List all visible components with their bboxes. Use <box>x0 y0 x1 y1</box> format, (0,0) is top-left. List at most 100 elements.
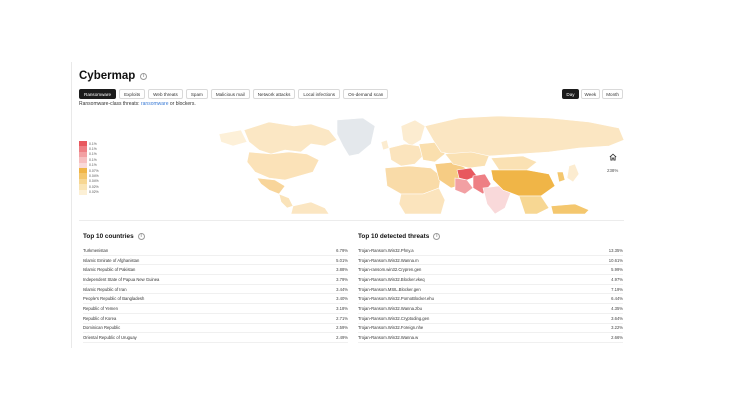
ransomware-link[interactable]: ransomware <box>141 101 169 107</box>
map-region-mongolia[interactable] <box>490 155 538 171</box>
table-row[interactable]: Trojan-Ransom.Win32.Foreign.nhe 3.22% <box>358 324 623 334</box>
map-region-alaska[interactable] <box>218 129 248 147</box>
tab-network-attacks[interactable]: Network attacks <box>252 89 296 99</box>
table-row[interactable]: Islamic Republic of Iran 3.44% <box>83 285 348 295</box>
page-title-text: Cybermap <box>79 70 136 82</box>
map-region-iran[interactable] <box>454 177 474 195</box>
tab-malicious-mail[interactable]: Malicious mail <box>210 89 250 99</box>
table-row[interactable]: Trojan-Ransom.Win32.Wanna.w 2.66% <box>358 333 623 343</box>
threat-value: 3.64% <box>611 315 623 321</box>
threat-name: Trojan-Ransom.MSIL.Blocker.gen <box>358 286 421 292</box>
info-icon[interactable]: i <box>140 72 148 80</box>
threat-value: 7.19% <box>611 286 623 292</box>
table-row[interactable]: Islamic Emirate of Afghanistan 5.01% <box>83 256 348 266</box>
threat-value: 13.35% <box>608 247 623 253</box>
legend-row: 0.02% <box>79 189 99 195</box>
legend-label: 0.02% <box>89 184 99 189</box>
map-region-scandinavia[interactable] <box>400 119 426 147</box>
country-name: Islamic Republic of Pakistan <box>83 267 136 273</box>
map-region-usa[interactable] <box>246 151 320 181</box>
map-region-greenland[interactable] <box>336 117 376 157</box>
info-icon[interactable]: i <box>137 233 145 240</box>
table-row[interactable]: Independent State of Papua New Guinea 3.7… <box>83 275 348 285</box>
table-row[interactable]: Trojan-Ransom.Win32.PornoBlocker.ehu 6.44… <box>358 294 623 305</box>
period-day[interactable]: Day <box>562 89 579 99</box>
threat-name: Trojan-Ransom.Win32.Wanna.m <box>358 257 419 263</box>
top-threats-panel: Top 10 detected threats i Trojan-Ransom.… <box>358 233 623 343</box>
table-row[interactable]: Trojan-Ransom.MSIL.Blocker.gen 7.19% <box>358 285 623 295</box>
map-region-southeast-asia[interactable] <box>518 195 550 214</box>
country-value: 3.88% <box>336 267 348 273</box>
table-row[interactable]: Dominican Republic 2.59% <box>83 324 348 334</box>
map-region-western-europe[interactable] <box>388 143 424 167</box>
map-region-uk[interactable] <box>380 139 390 151</box>
map-region-canada[interactable] <box>243 121 338 155</box>
map-region-central-america[interactable] <box>278 193 294 209</box>
tab-ransomware[interactable]: Ransomware <box>79 89 117 99</box>
legend-label: 0.04% <box>89 174 99 179</box>
top-countries-title: Top 10 countries i <box>83 233 348 240</box>
threat-type-tabs: Ransomware Exploits Web threats Spam Mal… <box>79 89 389 99</box>
tab-web-threats[interactable]: Web threats <box>148 89 183 99</box>
period-week[interactable]: Week <box>580 89 601 99</box>
threat-value: 2.66% <box>611 335 623 341</box>
info-icon[interactable]: i <box>433 233 441 240</box>
table-row[interactable]: Trojan-Ransom.Win32.Wanna.zbu 4.35% <box>358 304 623 314</box>
tab-local-infections[interactable]: Local infections <box>298 89 341 99</box>
threat-value: 3.22% <box>611 325 623 331</box>
legend-label: 0.1% <box>89 157 97 162</box>
country-name: Republic of Yemen <box>83 305 118 311</box>
legend-label: 0.07% <box>89 168 99 173</box>
table-row[interactable]: Trojan-ransom.win32.Crypren.gen 5.99% <box>358 265 623 276</box>
world-map[interactable] <box>79 116 624 214</box>
legend-label: 0.1% <box>89 147 97 152</box>
table-row[interactable]: Trojan-Ransom.Win32.Blocker.vkeq 4.97% <box>358 275 623 285</box>
description-text: Ransomware-class threats: <box>79 101 140 107</box>
country-name: Islamic Republic of Iran <box>83 286 127 292</box>
page-left-border <box>71 62 72 348</box>
threat-name: Trojan-Ransom.Win32.Wanna.zbu <box>358 305 422 311</box>
table-row[interactable]: Republic of Korea 2.71% <box>83 314 348 324</box>
table-row[interactable]: Islamic Republic of Pakistan 3.88% <box>83 265 348 276</box>
threat-value: 4.35% <box>611 305 623 311</box>
threat-name: Trojan-Ransom.Win32.Wanna.w <box>358 335 419 341</box>
top-threats-title: Top 10 detected threats i <box>358 233 623 240</box>
country-value: 3.40% <box>336 296 348 302</box>
map-legend: 0.1% 0.1% 0.1% 0.1% 0.1% 0.07% 0.04% 0.0… <box>79 141 99 195</box>
legend-label: 0.1% <box>89 141 97 146</box>
map-region-north-africa[interactable] <box>384 165 442 195</box>
map-region-south-america[interactable] <box>290 201 330 214</box>
map-region-mexico[interactable] <box>256 177 286 195</box>
table-row[interactable]: Trojan-Ransom.Win32.Wanna.m 10.61% <box>358 256 623 266</box>
map-region-russia[interactable] <box>424 116 624 157</box>
country-value: 3.18% <box>336 305 348 311</box>
country-value: 3.44% <box>336 286 348 292</box>
country-name: Turkmenistan <box>83 247 109 253</box>
table-row[interactable]: Trojan-Ransom.Win32.Cryptoding.gen 3.64% <box>358 314 623 324</box>
tab-exploits[interactable]: Exploits <box>119 89 146 99</box>
threat-name: Trojan-Ransom.Win32.Cryptoding.gen <box>358 315 430 321</box>
tab-spam[interactable]: Spam <box>185 89 208 99</box>
table-row[interactable]: People's Republic of Bangladesh 3.40% <box>83 294 348 305</box>
table-row[interactable]: Republic of Yemen 3.18% <box>83 304 348 314</box>
country-name: Dominican Republic <box>83 325 121 331</box>
top-threats-title-text: Top 10 detected threats <box>358 233 430 240</box>
legend-label: 0.1% <box>89 163 97 168</box>
top-countries-title-text: Top 10 countries <box>83 233 134 240</box>
table-row[interactable]: Turkmenistan 6.79% <box>83 246 348 256</box>
period-switcher: Day Week Month <box>562 89 623 99</box>
map-region-indonesia[interactable] <box>550 203 590 214</box>
tab-on-demand-scan[interactable]: On-demand scan <box>343 89 389 99</box>
home-icon[interactable] <box>608 152 618 162</box>
table-row[interactable]: Oriental Republic of Uruguay 2.49% <box>83 333 348 343</box>
legend-label: 0.02% <box>89 190 99 195</box>
table-row[interactable]: Trojan-Ransom.Win32.Phny.a 13.35% <box>358 246 623 256</box>
map-region-korea[interactable] <box>556 171 566 183</box>
country-name: Oriental Republic of Uruguay <box>83 335 137 341</box>
threat-value: 10.61% <box>608 257 623 263</box>
map-region-japan[interactable] <box>566 163 580 183</box>
legend-label: 0.1% <box>89 152 97 157</box>
threat-name: Trojan-Ransom.Win32.PornoBlocker.ehu <box>358 296 434 302</box>
period-month[interactable]: Month <box>602 89 623 99</box>
country-name: Independent State of Papua New Guinea <box>83 276 160 282</box>
